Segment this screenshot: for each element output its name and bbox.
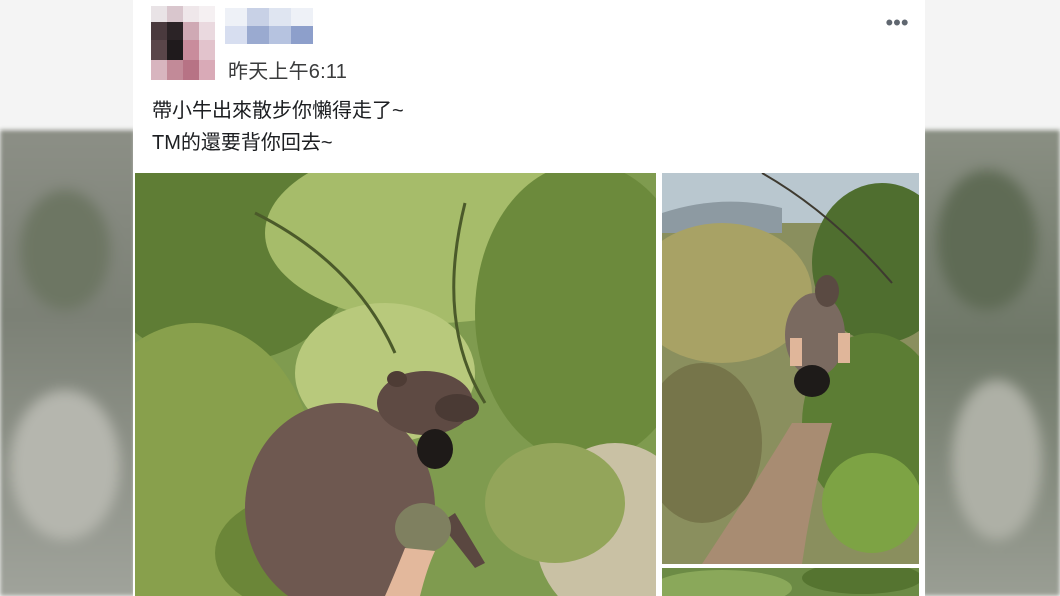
post-text-line: 帶小牛出來散步你懶得走了~ xyxy=(152,100,404,122)
author-name-blurred[interactable] xyxy=(225,8,313,44)
photo-side-bottom-image xyxy=(662,568,919,596)
screenshot: 昨天上午6:11 ••• 帶小牛出來散步你懶得走了~ TM的還要背你回去~ xyxy=(0,0,1060,596)
post-text-line: TM的還要背你回去~ xyxy=(152,132,333,154)
photo-side-bottom[interactable] xyxy=(662,568,919,596)
photo-side-image xyxy=(662,173,919,564)
photo-main[interactable] xyxy=(135,173,656,596)
photo-main-image xyxy=(135,173,656,596)
more-options-button[interactable]: ••• xyxy=(881,12,913,38)
background-right-blur xyxy=(922,130,1060,596)
more-horizontal-icon: ••• xyxy=(885,10,909,35)
photo-side[interactable] xyxy=(662,173,919,564)
post-text: 帶小牛出來散步你懶得走了~ TM的還要背你回去~ xyxy=(152,95,404,159)
avatar[interactable] xyxy=(151,6,215,80)
background-left-blur xyxy=(0,130,135,596)
post-timestamp[interactable]: 昨天上午6:11 xyxy=(228,55,347,84)
post-card: 昨天上午6:11 ••• 帶小牛出來散步你懶得走了~ TM的還要背你回去~ xyxy=(133,0,925,596)
